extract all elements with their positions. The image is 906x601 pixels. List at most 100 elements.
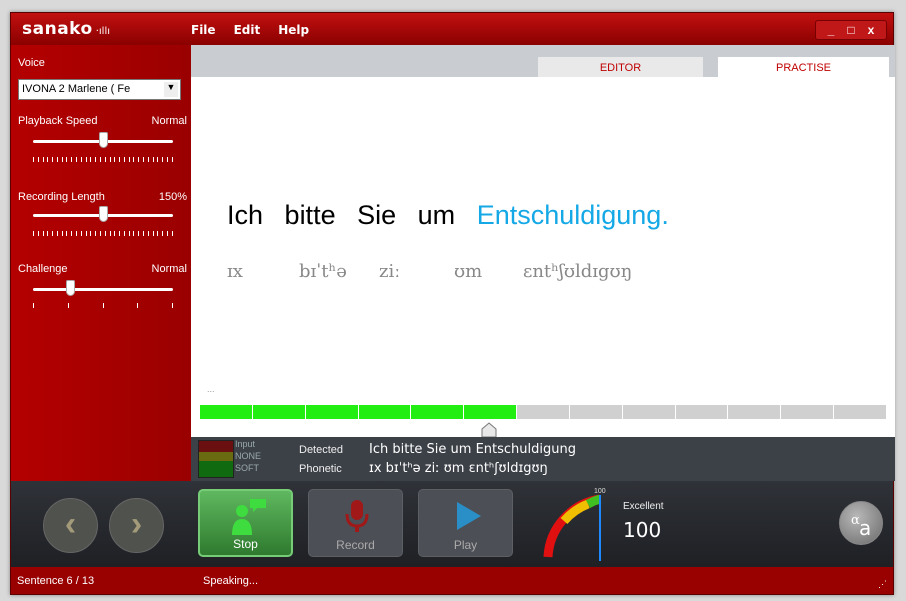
menu-file[interactable]: File xyxy=(191,23,216,37)
tick-mark xyxy=(157,157,159,162)
tick-mark xyxy=(76,157,78,162)
sentence-word: Ich xyxy=(227,200,264,230)
meter-segment xyxy=(358,405,411,419)
meter-segment xyxy=(517,405,569,419)
tick-mark xyxy=(171,157,173,162)
input-label: Input xyxy=(235,439,256,449)
menu-bar: File Edit Help xyxy=(191,23,309,37)
tick-mark xyxy=(80,231,82,236)
speaker-person-icon xyxy=(232,499,266,535)
tick-mark xyxy=(114,231,116,236)
tick-mark xyxy=(128,231,130,236)
tick-mark xyxy=(119,231,121,236)
play-button[interactable]: Play xyxy=(418,489,513,557)
voice-select[interactable]: IVONA 2 Marlene ( Fe ▼ xyxy=(18,79,181,100)
tick-mark xyxy=(119,157,121,162)
position-pointer-icon[interactable] xyxy=(481,422,497,438)
meter-segment xyxy=(622,405,675,419)
close-button[interactable]: x xyxy=(862,23,880,37)
meter-segment xyxy=(834,405,886,419)
menu-edit[interactable]: Edit xyxy=(234,23,261,37)
menu-help[interactable]: Help xyxy=(278,23,309,37)
tick-mark xyxy=(138,231,140,236)
playback-speed-slider[interactable] xyxy=(33,131,173,151)
recording-length-label: Recording Length xyxy=(18,191,105,203)
voice-value: IVONA 2 Marlene ( Fe xyxy=(22,83,131,95)
tick-mark xyxy=(128,157,130,162)
input-level-indicator xyxy=(198,440,234,478)
maximize-button[interactable]: □ xyxy=(842,23,860,37)
previous-sentence-button[interactable]: ‹ xyxy=(43,498,98,553)
minimize-button[interactable]: _ xyxy=(822,23,840,37)
tick-mark xyxy=(37,231,39,236)
input-none-label: NONE xyxy=(235,451,262,461)
tick-mark xyxy=(85,157,87,162)
tab-practise[interactable]: PRACTISE xyxy=(718,57,889,77)
tick-mark xyxy=(138,157,140,162)
slider-thumb[interactable] xyxy=(98,132,108,148)
meter-dots: ... xyxy=(207,384,215,394)
speaking-status: Speaking... xyxy=(203,575,259,587)
tick-mark xyxy=(66,157,68,162)
playback-speed-label: Playback Speed xyxy=(18,115,98,127)
phonetic-text: ɪx bɪˈtʰə ziː ʊm ɛntʰʃʊldɪgʊŋ xyxy=(369,461,548,476)
tick-mark xyxy=(80,157,82,162)
tick-mark xyxy=(133,157,135,162)
tick-mark xyxy=(90,231,92,236)
tick-mark xyxy=(90,157,92,162)
tick-mark xyxy=(47,231,49,236)
sentence-counter: Sentence 6 / 13 xyxy=(17,575,95,587)
tick-mark xyxy=(123,231,125,236)
tick-mark xyxy=(33,157,34,162)
meter-segment xyxy=(728,405,781,419)
meter-segment xyxy=(305,405,358,419)
sentence-word: um xyxy=(417,200,456,230)
microphone-icon xyxy=(345,500,369,532)
tick-mark xyxy=(42,231,44,236)
challenge-value: Normal xyxy=(151,263,187,275)
tick-mark xyxy=(71,157,73,162)
tab-editor[interactable]: EDITOR xyxy=(538,57,703,77)
practice-sentence: Ich bitte Sie um Entschuldigung. xyxy=(227,200,683,231)
tick-mark xyxy=(42,157,44,162)
tick-mark xyxy=(71,231,73,236)
tick-mark xyxy=(133,231,135,236)
tick-mark xyxy=(142,231,144,236)
tick-mark xyxy=(109,157,111,162)
voice-label: Voice xyxy=(18,57,45,69)
score-rating: Excellent xyxy=(623,501,664,512)
tick-mark xyxy=(147,157,149,162)
meter-segment xyxy=(675,405,728,419)
tick-mark xyxy=(104,231,106,236)
alphabet-toggle-button[interactable]: α a xyxy=(839,501,883,545)
chevron-right-icon: › xyxy=(130,505,143,543)
recording-length-ticks xyxy=(33,231,173,237)
tick-mark xyxy=(99,157,101,162)
record-button[interactable]: Record xyxy=(308,489,403,557)
tick-mark xyxy=(157,231,159,236)
gauge-arc-high xyxy=(585,494,602,508)
recording-length-slider[interactable] xyxy=(33,205,173,225)
tick-mark xyxy=(61,231,63,236)
recording-length-value: 150% xyxy=(158,191,187,203)
detected-text: Ich bitte Sie um Entschuldigung xyxy=(369,442,576,457)
stop-button[interactable]: Stop xyxy=(198,489,293,557)
playback-speed-ticks xyxy=(33,157,173,163)
tick-mark xyxy=(162,157,164,162)
challenge-ticks xyxy=(33,303,173,309)
title-bar[interactable]: sanako ·ıllı File Edit Help _ □ x xyxy=(11,13,893,45)
next-sentence-button[interactable]: › xyxy=(109,498,164,553)
tick-mark xyxy=(152,157,154,162)
slider-thumb[interactable] xyxy=(98,206,108,222)
record-label: Record xyxy=(336,538,375,552)
tick-mark xyxy=(123,157,125,162)
tick-mark xyxy=(171,231,173,236)
resize-grip-icon[interactable]: ⋰ xyxy=(878,579,887,590)
svg-text:a: a xyxy=(859,516,871,540)
phonetic-word: ɛntʰʃʊldɪgʊŋ xyxy=(523,261,633,282)
slider-thumb[interactable] xyxy=(65,280,75,296)
meter-segment xyxy=(781,405,834,419)
tick-mark xyxy=(109,231,111,236)
challenge-slider[interactable] xyxy=(33,279,173,299)
tick-mark xyxy=(95,231,97,236)
